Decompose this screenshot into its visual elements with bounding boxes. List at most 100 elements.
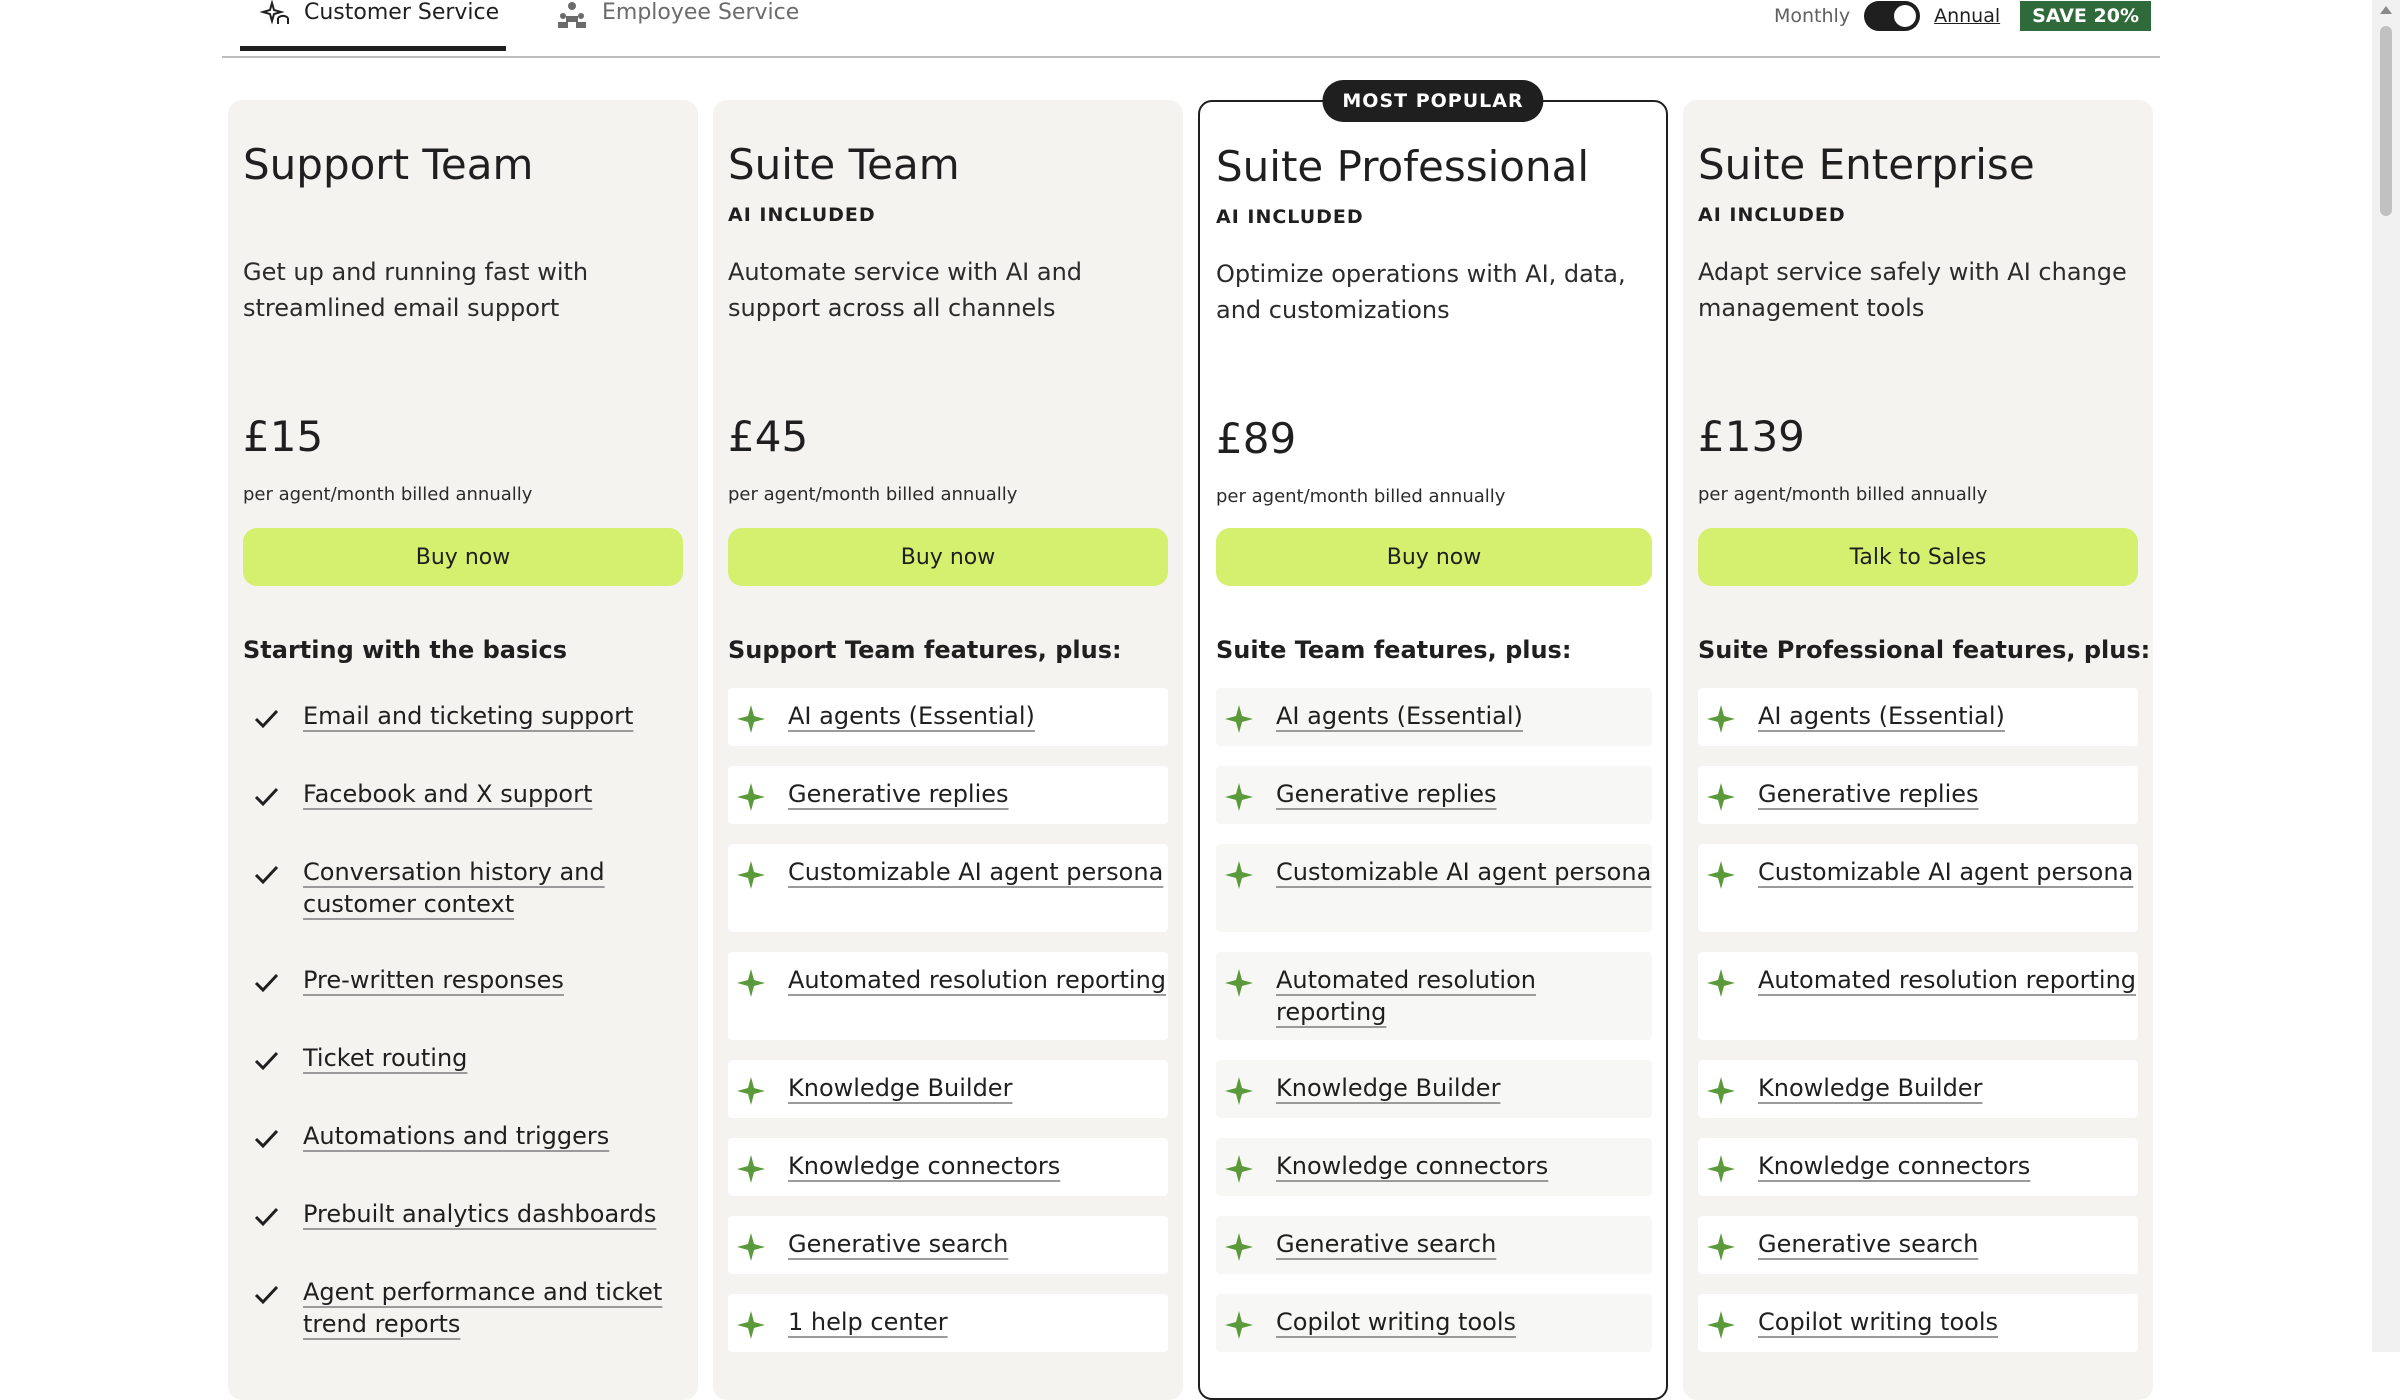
list-item: Customizable AI agent persona	[1698, 844, 2138, 932]
tab-employee-service[interactable]: Employee Service	[556, 0, 799, 54]
plan-card-suite-enterprise: Suite Enterprise AI INCLUDED Adapt servi…	[1683, 100, 2153, 1400]
feature-link[interactable]: Conversation history and customer contex…	[303, 856, 623, 920]
list-item: Knowledge Builder	[1698, 1060, 2138, 1118]
checkmark-icon	[254, 973, 279, 993]
buy-now-button[interactable]: Buy now	[243, 528, 683, 586]
list-item: AI agents (Essential)	[1216, 688, 1652, 746]
sparkle-icon	[737, 1233, 765, 1261]
scroll-up-arrow-icon[interactable]	[2380, 6, 2392, 14]
feature-link[interactable]: Knowledge Builder	[788, 1072, 1012, 1104]
feature-link[interactable]: Generative search	[1276, 1228, 1496, 1260]
buy-now-button[interactable]: Buy now	[728, 528, 1168, 586]
plan-description: Adapt service safely with AI change mana…	[1698, 258, 2127, 322]
toggle-knob	[1894, 5, 1917, 27]
list-item: Knowledge connectors	[728, 1138, 1168, 1196]
page-scrollbar[interactable]	[2372, 0, 2400, 1352]
feature-link[interactable]: Ticket routing	[303, 1042, 467, 1074]
list-item: AI agents (Essential)	[1698, 688, 2138, 746]
sparkle-icon	[737, 1077, 765, 1105]
annual-label[interactable]: Annual	[1934, 5, 2000, 27]
checkmark-icon	[254, 709, 279, 729]
feature-link[interactable]: Knowledge connectors	[1758, 1150, 2030, 1182]
talk-to-sales-button[interactable]: Talk to Sales	[1698, 528, 2138, 586]
feature-link[interactable]: Generative search	[1758, 1228, 1978, 1260]
list-item: Generative replies	[1698, 766, 2138, 824]
feature-link[interactable]: Knowledge connectors	[1276, 1150, 1548, 1182]
feature-link[interactable]: 1 help center	[788, 1306, 948, 1338]
list-item: Automated resolution reporting	[728, 952, 1168, 1040]
feature-link[interactable]: Automated resolution reporting	[1276, 964, 1556, 1028]
features-heading: Suite Team features, plus:	[1216, 636, 1572, 664]
checkmark-icon	[254, 1051, 279, 1071]
feature-link[interactable]: Customizable AI agent persona	[788, 856, 1163, 888]
features-heading: Starting with the basics	[243, 636, 568, 664]
billing-note: per agent/month billed annually	[243, 484, 533, 505]
ai-included-label: AI INCLUDED	[728, 204, 876, 226]
feature-link[interactable]: Email and ticketing support	[303, 700, 633, 732]
checkmark-icon	[254, 1207, 279, 1227]
feature-link[interactable]: Automated resolution reporting	[1758, 964, 2136, 996]
list-item: Customizable AI agent persona	[1216, 844, 1652, 932]
list-item: Generative search	[728, 1216, 1168, 1274]
feature-link[interactable]: Pre-written responses	[303, 964, 564, 996]
feature-link[interactable]: AI agents (Essential)	[1276, 700, 1523, 732]
feature-link[interactable]: Automations and triggers	[303, 1120, 609, 1152]
feature-link[interactable]: AI agents (Essential)	[1758, 700, 2005, 732]
feature-list: Email and ticketing support Facebook and…	[243, 688, 683, 1372]
plan-price: £139	[1698, 412, 1805, 461]
scrollbar-thumb[interactable]	[2380, 26, 2392, 216]
feature-link[interactable]: Facebook and X support	[303, 778, 592, 810]
monthly-label[interactable]: Monthly	[1774, 5, 1850, 27]
most-popular-badge: MOST POPULAR	[1322, 80, 1544, 122]
sparkle-icon	[1225, 705, 1253, 733]
feature-link[interactable]: Copilot writing tools	[1758, 1306, 1998, 1338]
list-item: Facebook and X support	[243, 766, 683, 824]
sparkle-icon	[1707, 1233, 1735, 1261]
checkmark-icon	[254, 1285, 279, 1305]
plan-description: Optimize operations with AI, data, and c…	[1216, 260, 1626, 324]
billing-period-switch: Monthly Annual SAVE 20%	[1774, 0, 2151, 32]
feature-link[interactable]: Prebuilt analytics dashboards	[303, 1198, 656, 1230]
plan-price: £15	[243, 412, 324, 461]
list-item: Knowledge connectors	[1698, 1138, 2138, 1196]
feature-link[interactable]: Generative replies	[1758, 778, 1979, 810]
feature-link[interactable]: Knowledge Builder	[1276, 1072, 1500, 1104]
feature-list: AI agents (Essential) Generative replies…	[728, 688, 1168, 1372]
list-item: Automated resolution reporting	[1216, 952, 1652, 1040]
feature-link[interactable]: Generative replies	[788, 778, 1009, 810]
list-item: Automated resolution reporting	[1698, 952, 2138, 1040]
list-item: Generative search	[1216, 1216, 1652, 1274]
feature-link[interactable]: Automated resolution reporting	[788, 964, 1166, 996]
feature-link[interactable]: AI agents (Essential)	[788, 700, 1035, 732]
buy-now-button[interactable]: Buy now	[1216, 528, 1652, 586]
sparkle-icon	[737, 969, 765, 997]
save-badge: SAVE 20%	[2020, 1, 2151, 31]
sparkle-icon	[1707, 1077, 1735, 1105]
sparkle-icon	[1707, 969, 1735, 997]
sparkle-icon	[1707, 861, 1735, 889]
feature-link[interactable]: Generative search	[788, 1228, 1008, 1260]
plan-price: £89	[1216, 414, 1297, 463]
list-item: 1 help center	[728, 1294, 1168, 1352]
list-item: Conversation history and customer contex…	[243, 844, 683, 932]
list-item: AI agents (Essential)	[728, 688, 1168, 746]
feature-link[interactable]: Customizable AI agent persona	[1758, 856, 2133, 888]
plan-name: Suite Team	[728, 140, 960, 189]
billing-note: per agent/month billed annually	[728, 484, 1018, 505]
tab-customer-service[interactable]: Customer Service	[240, 0, 506, 51]
sparkle-icon	[1225, 1155, 1253, 1183]
checkmark-icon	[254, 787, 279, 807]
billing-toggle[interactable]	[1864, 1, 1921, 31]
feature-link[interactable]: Knowledge connectors	[788, 1150, 1060, 1182]
sparkle-icon	[737, 1311, 765, 1339]
feature-link[interactable]: Agent performance and ticket trend repor…	[303, 1276, 663, 1340]
list-item: Prebuilt analytics dashboards	[243, 1186, 683, 1244]
list-item: Generative search	[1698, 1216, 2138, 1274]
feature-link[interactable]: Copilot writing tools	[1276, 1306, 1516, 1338]
feature-link[interactable]: Generative replies	[1276, 778, 1497, 810]
feature-link[interactable]: Customizable AI agent persona	[1276, 856, 1651, 888]
plan-name: Suite Professional	[1216, 142, 1590, 191]
feature-link[interactable]: Knowledge Builder	[1758, 1072, 1982, 1104]
list-item: Copilot writing tools	[1698, 1294, 2138, 1352]
plan-description: Get up and running fast with streamlined…	[243, 258, 589, 322]
